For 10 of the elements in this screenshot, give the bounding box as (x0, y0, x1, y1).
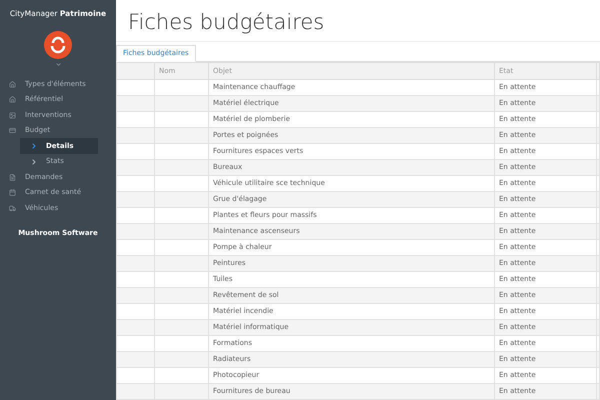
card-icon (9, 127, 16, 134)
chevron-down-icon[interactable] (54, 61, 62, 68)
page-title: Fiches budgétaires (116, 0, 600, 42)
file-icon (9, 174, 16, 180)
logo-icon (44, 31, 72, 60)
calendar-icon (9, 189, 16, 196)
truck-icon (9, 204, 16, 212)
home-icon (9, 80, 16, 88)
home-icon (9, 96, 16, 103)
image-icon (9, 112, 16, 118)
